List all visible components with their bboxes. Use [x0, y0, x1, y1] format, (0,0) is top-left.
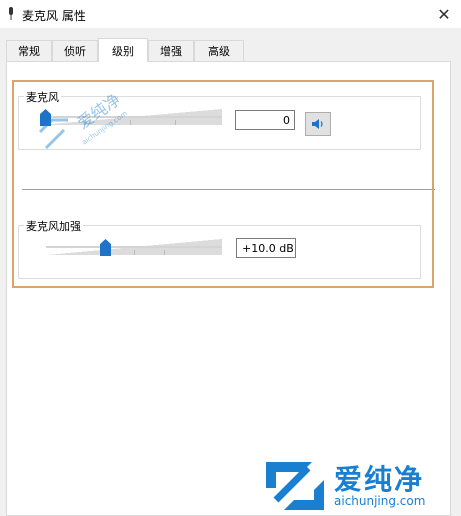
tab-label: 侦听 — [64, 45, 86, 58]
tab-listen[interactable]: 侦听 — [52, 40, 98, 61]
watermark-brand: 爱纯净 — [334, 463, 425, 496]
close-button[interactable]: ✕ — [427, 0, 461, 28]
tab-levels[interactable]: 级别 — [98, 38, 148, 62]
watermark-large: 爱纯净 aichunjing.com — [262, 458, 457, 514]
tab-label: 常规 — [18, 45, 40, 58]
watermark-url: aichunjing.com — [334, 494, 426, 508]
title-bar: 麦克风 属性 ✕ — [0, 0, 461, 28]
microphone-icon — [9, 7, 13, 20]
watermark-logo-icon — [266, 462, 324, 510]
tab-enhancements[interactable]: 增强 — [148, 40, 194, 61]
window-title: 麦克风 属性 — [22, 9, 86, 23]
tab-general[interactable]: 常规 — [6, 40, 52, 61]
tab-advanced[interactable]: 高级 — [194, 40, 244, 61]
watermark-small: 爱纯净 aichunjing.com — [34, 90, 134, 166]
tab-label: 增强 — [160, 45, 182, 58]
close-icon: ✕ — [437, 4, 451, 24]
tab-label: 级别 — [112, 44, 134, 58]
tab-label: 高级 — [208, 45, 230, 58]
